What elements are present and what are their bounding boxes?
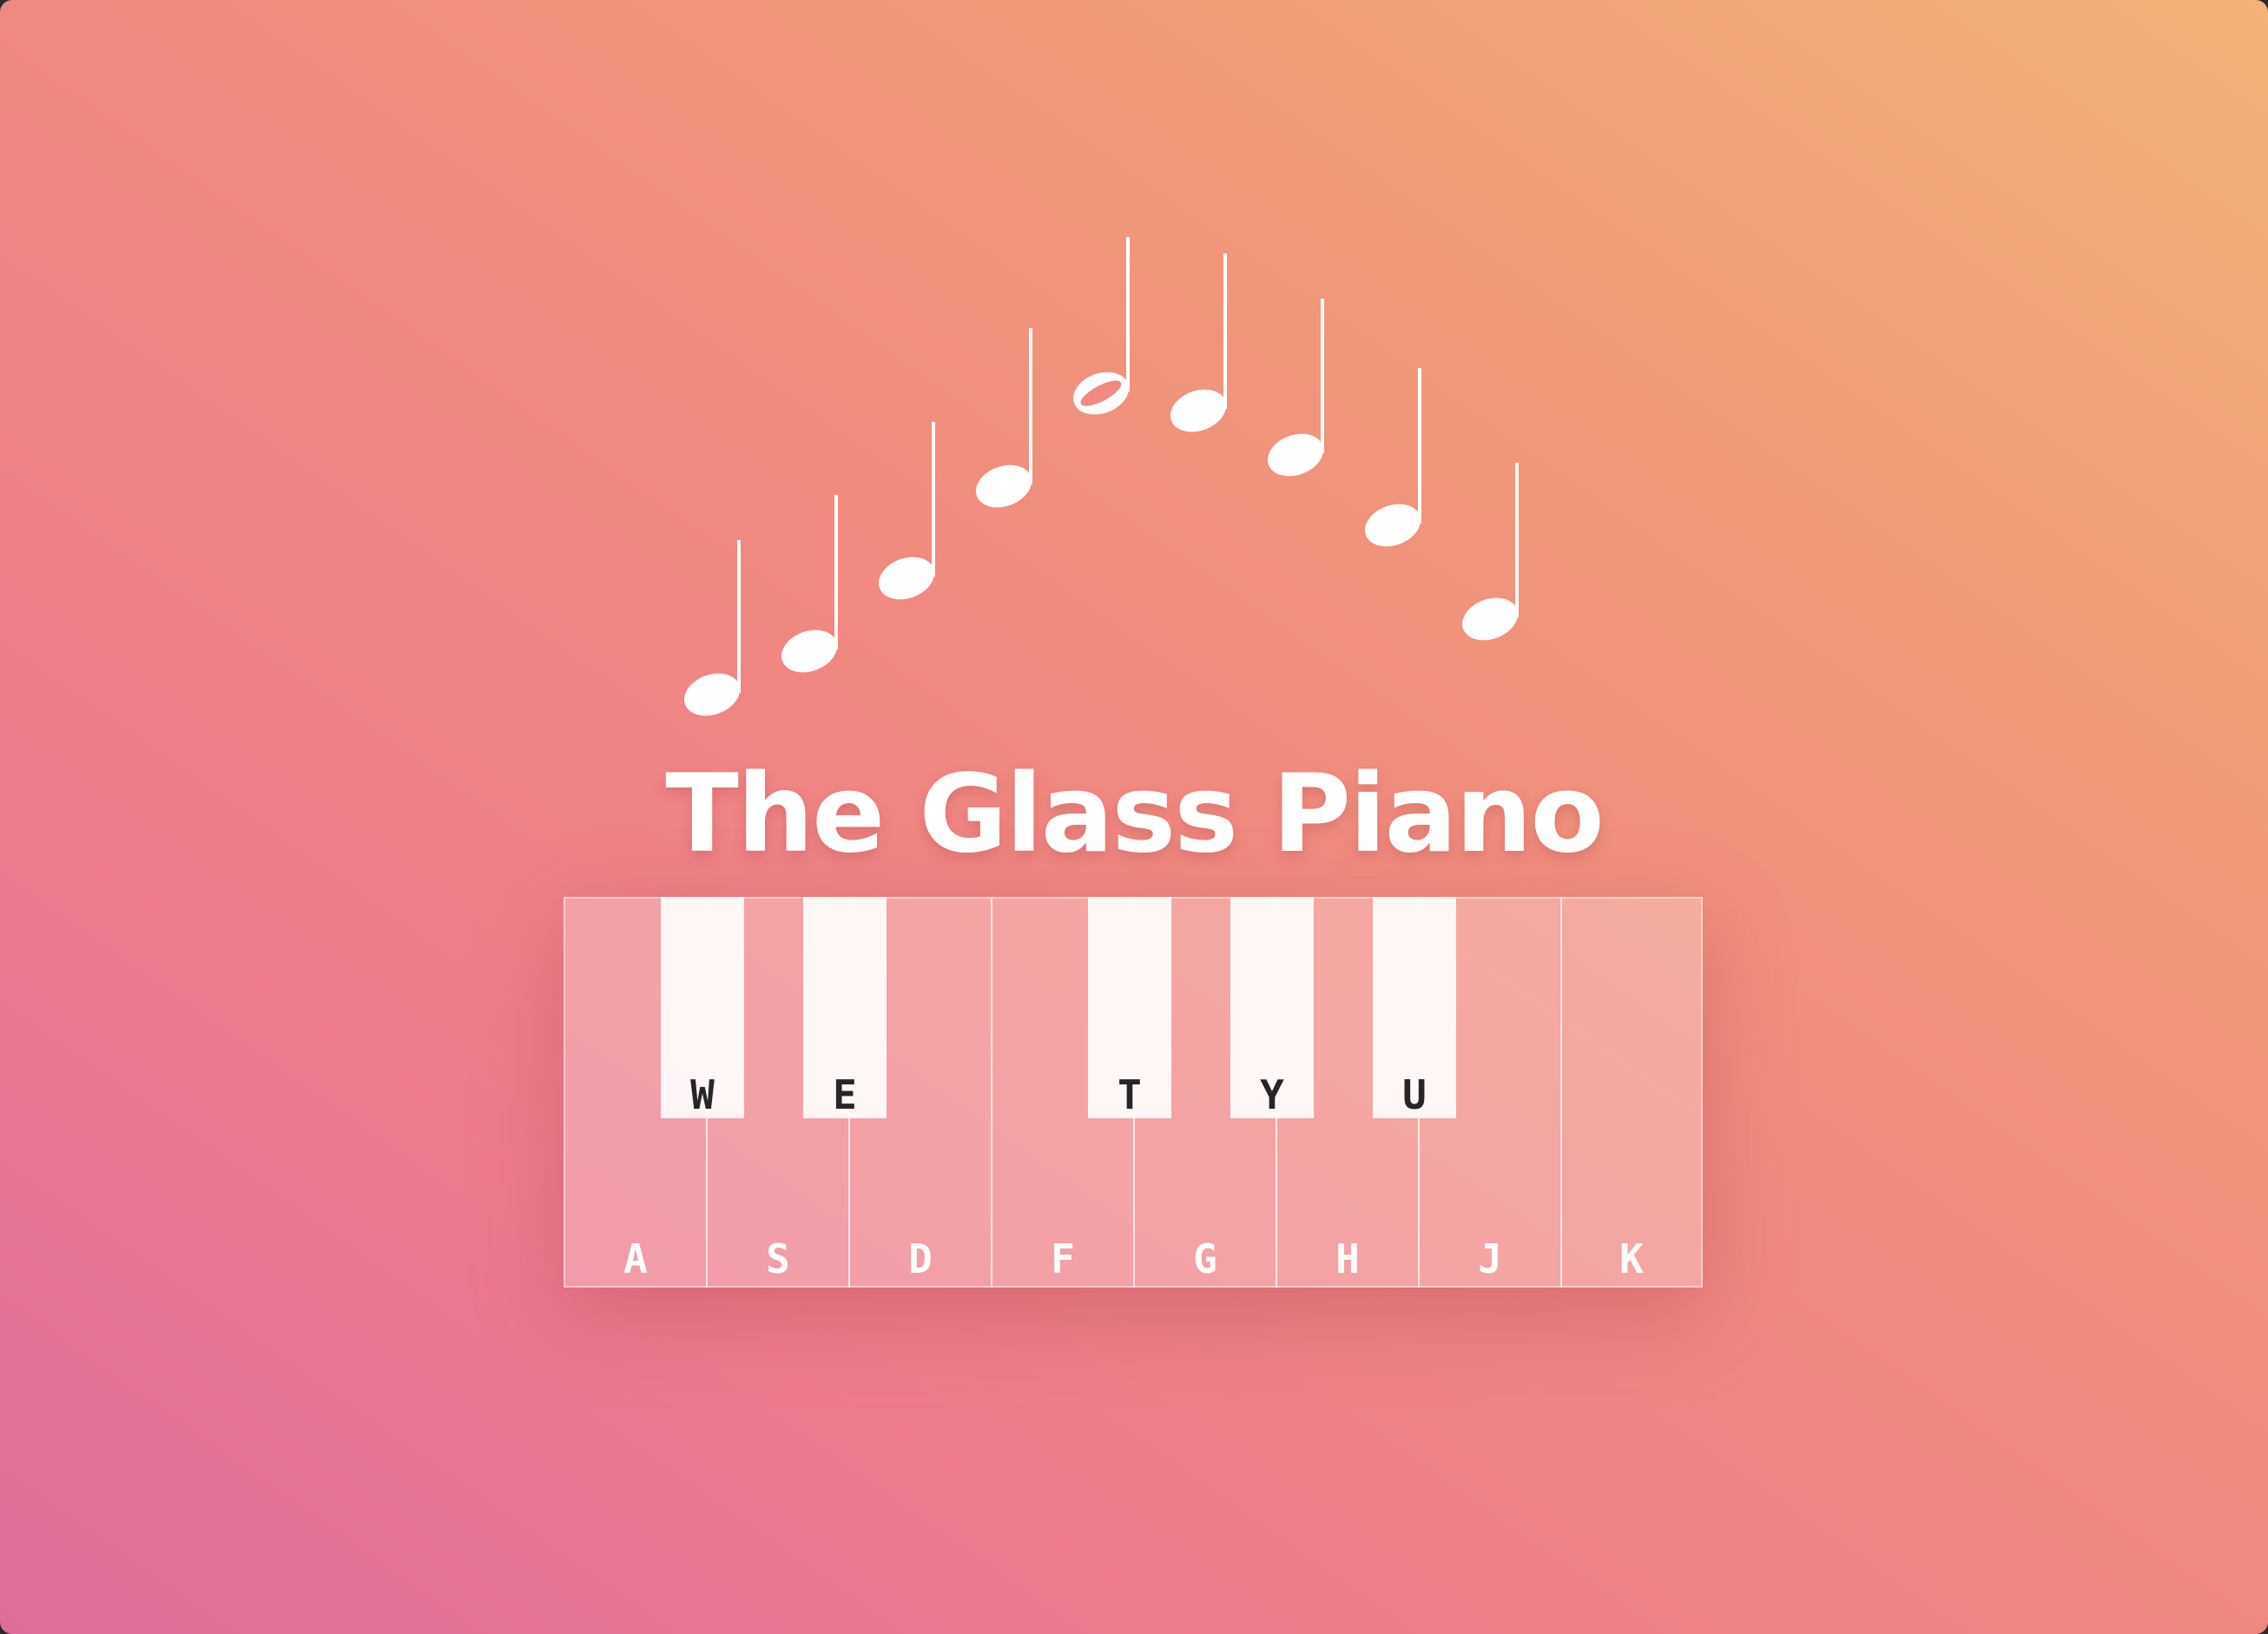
quarter-note-icon: [684, 540, 741, 716]
white-key-k[interactable]: K: [1560, 897, 1703, 1288]
key-label: D: [908, 1235, 933, 1282]
key-label: H: [1335, 1235, 1360, 1282]
quarter-note-icon: [1170, 254, 1227, 432]
key-label: A: [623, 1235, 648, 1282]
quarter-note-icon: [781, 495, 838, 673]
black-key-w[interactable]: W: [661, 897, 744, 1118]
quarter-note-icon: [1268, 299, 1324, 477]
quarter-note-icon: [1462, 463, 1519, 641]
key-label: W: [690, 1071, 715, 1118]
black-key-t[interactable]: T: [1088, 897, 1171, 1118]
piano-keyboard: A S D F G H J K W E T Y U: [564, 897, 1703, 1288]
half-note-icon: [1073, 237, 1130, 415]
quarter-note-icon: [1365, 368, 1421, 547]
black-key-y[interactable]: Y: [1230, 897, 1314, 1118]
key-label: G: [1193, 1235, 1217, 1282]
app-window: The Glass Piano A S D F G H J K W E T Y …: [0, 0, 2268, 1634]
key-label: U: [1402, 1071, 1427, 1118]
key-label: E: [833, 1071, 857, 1118]
quarter-note-icon: [879, 422, 935, 600]
quarter-note-icon: [976, 328, 1032, 508]
key-label: T: [1118, 1071, 1142, 1118]
key-label: F: [1051, 1235, 1075, 1282]
black-key-e[interactable]: E: [803, 897, 887, 1118]
page-title: The Glass Piano: [665, 752, 1604, 877]
key-label: S: [766, 1235, 790, 1282]
key-label: K: [1619, 1235, 1644, 1282]
black-key-u[interactable]: U: [1373, 897, 1456, 1118]
key-label: J: [1478, 1235, 1502, 1282]
key-label: Y: [1260, 1071, 1284, 1118]
